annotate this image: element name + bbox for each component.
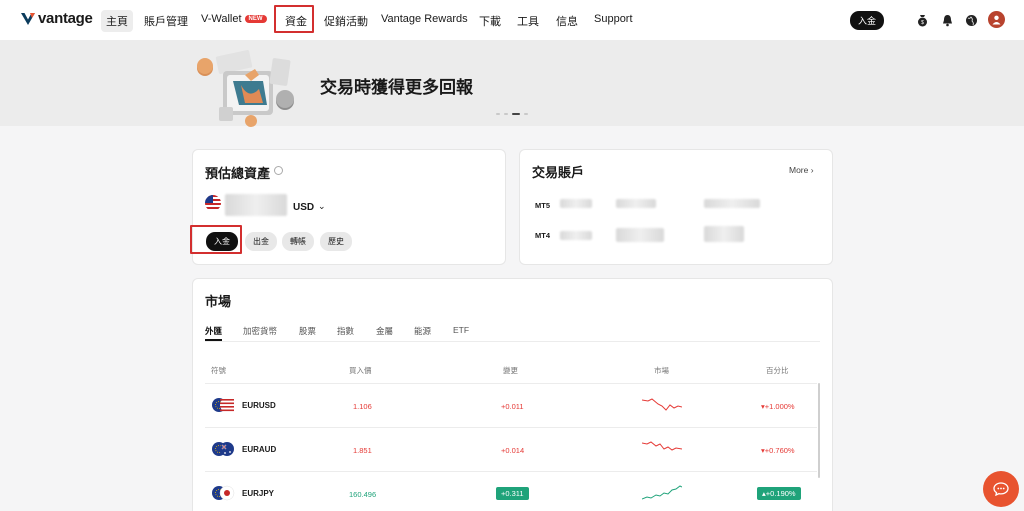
carousel-dot[interactable] bbox=[504, 113, 508, 115]
row-divider bbox=[205, 383, 817, 384]
globe-icon[interactable] bbox=[963, 12, 979, 28]
nav-deposit-button[interactable]: 入金 bbox=[850, 11, 885, 30]
chat-bubble-icon bbox=[993, 482, 1009, 496]
nav-home[interactable]: 主頁 bbox=[101, 10, 133, 32]
tab-forex[interactable]: 外匯 bbox=[205, 325, 222, 337]
withdraw-button[interactable]: 出金 bbox=[245, 232, 277, 251]
nav-vantage-rewards[interactable]: Vantage Rewards bbox=[381, 13, 468, 25]
percent-text: +0.760% bbox=[764, 446, 795, 455]
nav-support[interactable]: Support bbox=[594, 13, 633, 25]
vantage-logo-icon bbox=[21, 12, 35, 25]
currency-chevron-down-icon[interactable]: ⌄ bbox=[318, 201, 326, 212]
tab-crypto[interactable]: 加密貨幣 bbox=[243, 325, 277, 337]
sparkline-down bbox=[642, 441, 682, 451]
funds-highlight-box bbox=[274, 5, 314, 33]
bell-icon[interactable] bbox=[939, 12, 955, 28]
bid-price: 1.106 bbox=[353, 402, 372, 411]
new-badge: NEW bbox=[244, 15, 267, 24]
vantage-logo[interactable]: vantage bbox=[21, 10, 93, 27]
deposit-highlight-box bbox=[190, 225, 242, 254]
nav-info[interactable]: 信息 bbox=[556, 13, 578, 29]
change-value: +0.014 bbox=[501, 446, 525, 455]
change-value: +0.011 bbox=[501, 402, 524, 411]
account-info-hidden bbox=[616, 228, 664, 242]
eurjpy-flags-icon bbox=[211, 485, 235, 501]
chevron-right-icon: › bbox=[810, 165, 814, 175]
row-divider bbox=[205, 471, 817, 472]
market-title: 市場 bbox=[205, 294, 232, 309]
symbol-eurjpy[interactable]: EURJPY bbox=[242, 489, 274, 498]
column-header-bid: 買入價 bbox=[349, 366, 372, 375]
nav-account-management[interactable]: 賬戶管理 bbox=[144, 13, 188, 29]
row-divider bbox=[205, 427, 817, 428]
nav-tools[interactable]: 工具 bbox=[517, 13, 539, 29]
column-header-market: 市場 bbox=[654, 366, 669, 375]
carousel-dot[interactable] bbox=[524, 113, 528, 115]
symbol-eurusd[interactable]: EURUSD bbox=[242, 401, 276, 410]
more-link[interactable]: More › bbox=[789, 165, 814, 175]
carousel-dot-active[interactable] bbox=[512, 113, 520, 115]
banner-illustration bbox=[197, 50, 294, 127]
top-nav: vantage 主頁 賬戶管理 V-Wallet NEW 資金 促銷活動 Vant… bbox=[0, 0, 1024, 40]
eye-icon[interactable] bbox=[274, 166, 283, 175]
accounts-title: 交易賬戶 bbox=[532, 165, 585, 180]
carousel-indicator[interactable] bbox=[496, 113, 528, 115]
currency-label: USD bbox=[293, 202, 315, 213]
bid-price: 1.851 bbox=[353, 446, 372, 455]
nav-promotions[interactable]: 促銷活動 bbox=[324, 13, 368, 29]
change-value: +0.311 bbox=[496, 487, 529, 500]
avatar[interactable] bbox=[988, 11, 1005, 28]
account-balance-hidden bbox=[704, 226, 744, 242]
money-bag-icon[interactable]: $ bbox=[914, 12, 930, 28]
tab-etf[interactable]: ETF bbox=[453, 325, 469, 335]
banner-title: 交易時獲得更多回報 bbox=[320, 78, 473, 97]
percent-value: ▾+0.760% bbox=[761, 446, 795, 455]
us-flag-icon bbox=[205, 195, 221, 211]
market-card bbox=[192, 278, 833, 511]
account-number-hidden bbox=[560, 231, 592, 240]
nav-v-wallet[interactable]: V-Wallet NEW bbox=[201, 13, 267, 25]
percent-text: +1.000% bbox=[764, 402, 795, 411]
eurusd-flags-icon bbox=[211, 397, 235, 413]
promo-banner[interactable]: 交易時獲得更多回報 bbox=[0, 40, 1024, 127]
account-info-hidden bbox=[616, 199, 656, 208]
tab-indices[interactable]: 指數 bbox=[337, 325, 354, 337]
assets-title: 預估總資產 bbox=[205, 166, 271, 181]
column-header-symbol: 符號 bbox=[211, 366, 226, 375]
tab-energy[interactable]: 能源 bbox=[414, 325, 431, 337]
chat-button[interactable] bbox=[983, 471, 1019, 507]
tab-stocks[interactable]: 股票 bbox=[299, 325, 316, 337]
tab-metals[interactable]: 金屬 bbox=[376, 325, 393, 337]
sparkline-up bbox=[642, 485, 682, 500]
euraud-flags-icon bbox=[211, 441, 235, 457]
nav-v-wallet-label: V-Wallet bbox=[201, 13, 242, 25]
column-header-change: 變更 bbox=[503, 366, 518, 375]
bid-price: 160.496 bbox=[349, 490, 377, 499]
symbol-euraud[interactable]: EURAUD bbox=[242, 445, 276, 454]
table-scrollbar[interactable] bbox=[818, 383, 820, 478]
account-row-label: MT5 bbox=[535, 201, 550, 210]
percent-text: +0.190% bbox=[765, 489, 796, 498]
tabs-divider bbox=[205, 341, 820, 342]
history-button[interactable]: 歷史 bbox=[320, 232, 352, 251]
percent-value: ▾+1.000% bbox=[761, 402, 795, 411]
user-icon bbox=[992, 15, 1001, 25]
sparkline-down bbox=[642, 398, 682, 411]
percent-value: ▴+0.190% bbox=[757, 487, 801, 500]
nav-download[interactable]: 下載 bbox=[479, 13, 501, 29]
column-header-percent: 百分比 bbox=[766, 366, 789, 375]
logo-text: vantage bbox=[38, 10, 93, 27]
svg-text:$: $ bbox=[921, 20, 924, 26]
transfer-button[interactable]: 轉帳 bbox=[282, 232, 314, 251]
more-link-label: More bbox=[789, 165, 809, 175]
balance-hidden bbox=[225, 194, 287, 216]
carousel-dot[interactable] bbox=[496, 113, 500, 115]
account-row-label: MT4 bbox=[535, 231, 550, 240]
account-balance-hidden bbox=[704, 199, 760, 208]
account-number-hidden bbox=[560, 199, 592, 208]
